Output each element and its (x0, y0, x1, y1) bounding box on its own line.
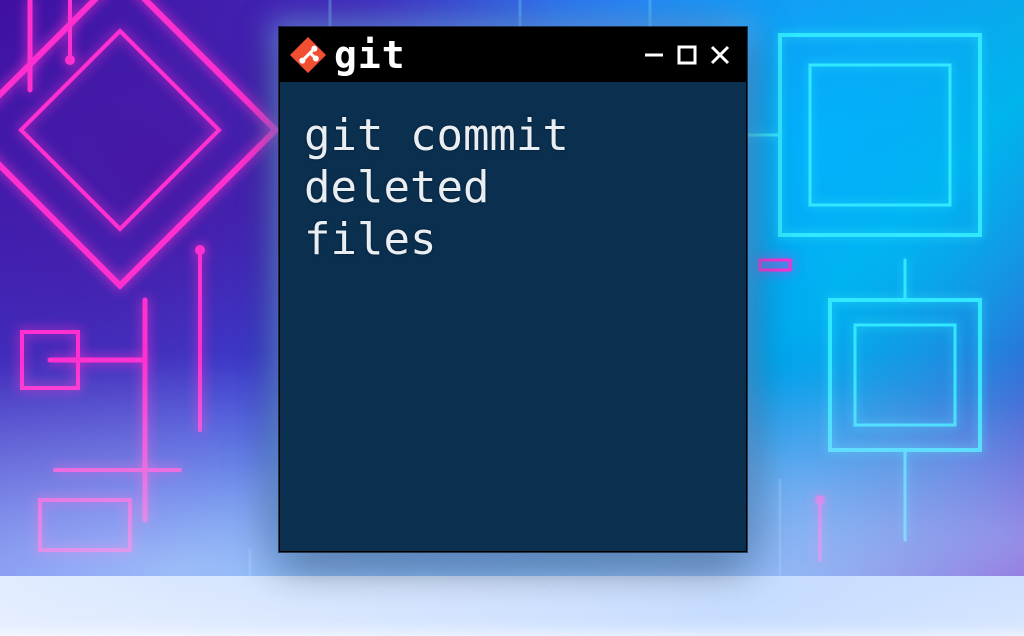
terminal-window: git git commit deleted files (279, 27, 747, 552)
minimize-button[interactable] (642, 43, 666, 67)
close-button[interactable] (708, 43, 732, 67)
terminal-text: git commit deleted files (304, 110, 569, 265)
window-title: git (334, 33, 406, 77)
window-controls (642, 43, 732, 67)
maximize-button[interactable] (676, 44, 698, 66)
titlebar[interactable]: git (280, 28, 746, 82)
git-logo-icon (290, 37, 326, 73)
terminal-body[interactable]: git commit deleted files (280, 82, 746, 551)
